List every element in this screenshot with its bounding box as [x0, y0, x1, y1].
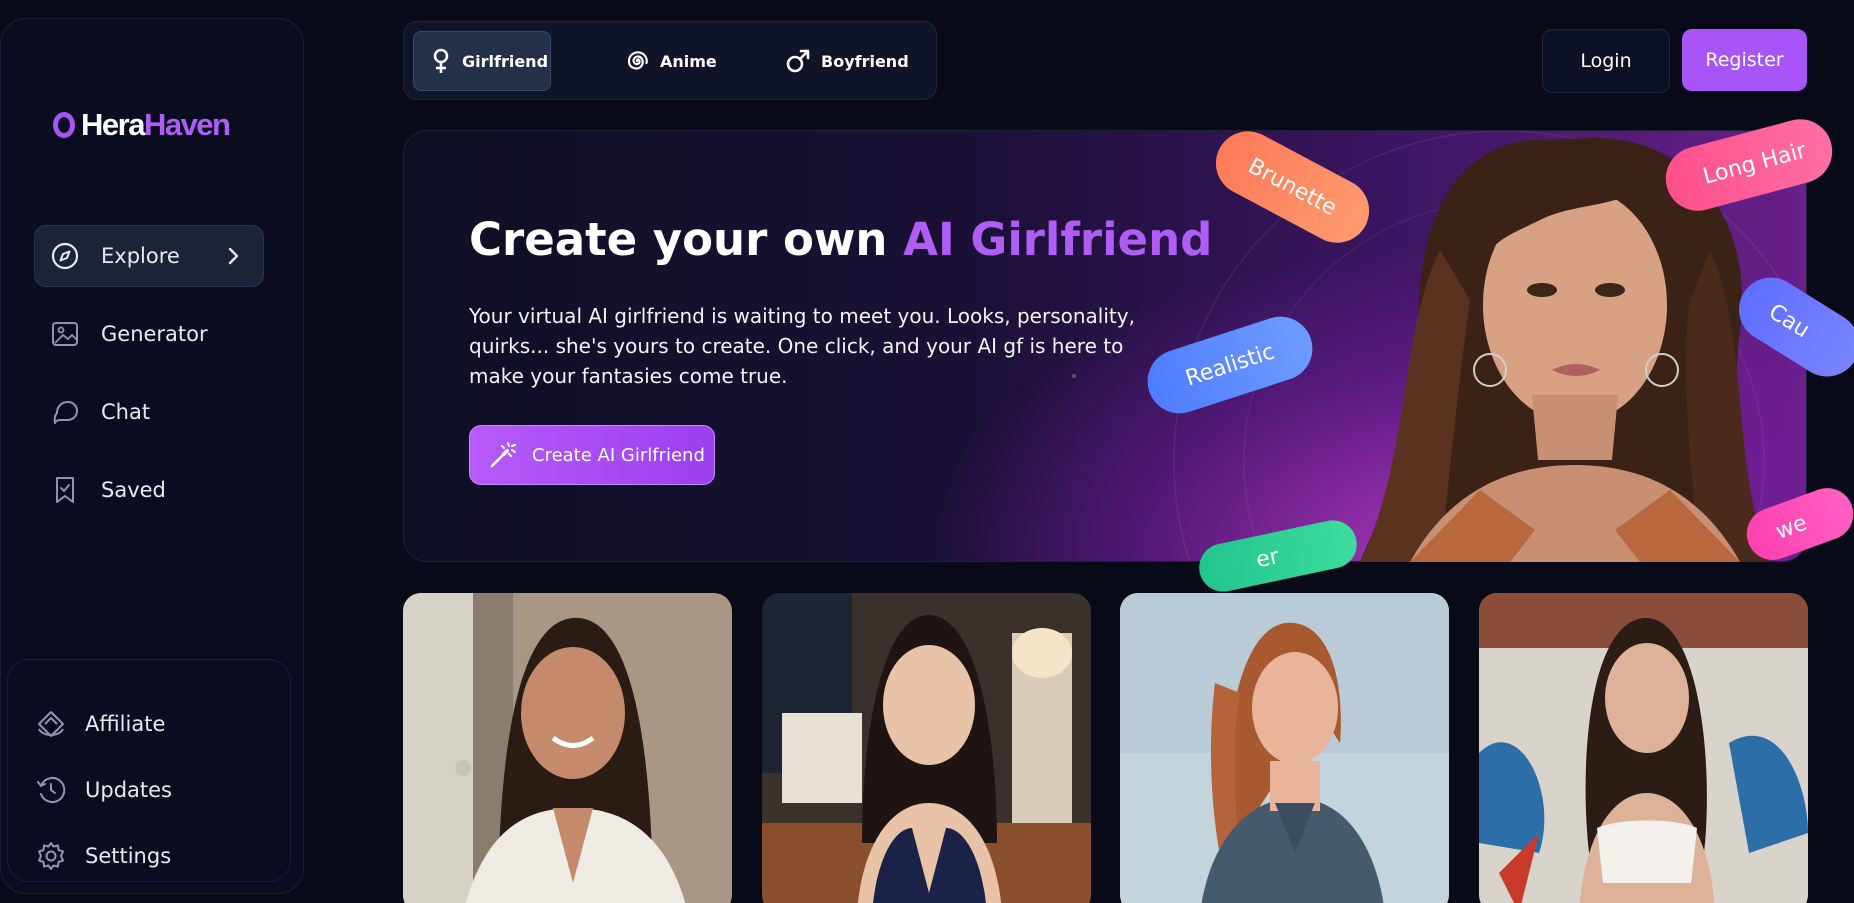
character-card-image	[1120, 593, 1449, 903]
create-ai-girlfriend-button[interactable]: Create AI Girlfriend	[469, 425, 715, 485]
logo-mark-icon	[53, 112, 75, 138]
brand-name-part2: Haven	[143, 107, 231, 142]
history-icon	[35, 774, 67, 806]
login-button[interactable]: Login	[1542, 29, 1670, 93]
tab-label: Girlfriend	[462, 51, 549, 71]
character-card[interactable]	[403, 593, 732, 903]
character-card[interactable]	[762, 593, 1091, 903]
sidebar-item-affiliate[interactable]: Affiliate	[35, 704, 165, 744]
bookmark-check-icon	[50, 475, 80, 505]
magic-wand-icon	[488, 440, 518, 470]
tab-girlfriend[interactable]: Girlfriend	[413, 31, 551, 91]
character-card-image	[403, 593, 732, 903]
character-card-image	[762, 593, 1091, 903]
app-root: Hera Haven Explore Generator Chat Saved …	[0, 0, 1854, 903]
sidebar-item-generator[interactable]: Generator	[34, 303, 264, 365]
sidebar-item-label: Chat	[101, 400, 151, 424]
sidebar-item-label: Settings	[85, 844, 172, 868]
sidebar-nav: Explore Generator Chat Saved	[34, 225, 264, 537]
affiliate-icon	[35, 708, 67, 740]
image-generator-icon	[50, 319, 80, 349]
chat-bubble-icon	[50, 397, 80, 427]
tab-label: Boyfriend	[821, 51, 909, 71]
tab-anime[interactable]: Anime	[608, 31, 733, 91]
gear-icon	[35, 840, 67, 872]
hero-title-accent: AI Girlfriend	[903, 213, 1213, 266]
hero-description: Your virtual AI girlfriend is waiting to…	[469, 304, 1135, 388]
category-tabs: Girlfriend Anime Boyfriend	[403, 21, 937, 100]
sidebar-item-label: Updates	[85, 778, 172, 802]
sidebar-item-settings[interactable]: Settings	[35, 836, 171, 876]
sidebar-item-updates[interactable]: Updates	[35, 770, 172, 810]
sidebar-item-label: Saved	[101, 478, 166, 502]
sidebar-item-label: Explore	[101, 244, 180, 268]
chevron-right-icon	[221, 244, 245, 273]
tab-label: Anime	[660, 51, 717, 71]
compass-icon	[50, 241, 80, 271]
sidebar-item-label: Generator	[101, 322, 208, 346]
character-card[interactable]	[1120, 593, 1449, 903]
hero-title: Create your own AI Girlfriend	[469, 213, 1212, 266]
sidebar-item-saved[interactable]: Saved	[34, 459, 264, 521]
hero-cta-label: Create AI Girlfriend	[532, 444, 705, 466]
hero-title-prefix: Create your own	[469, 213, 904, 266]
spiral-icon	[624, 48, 650, 74]
sidebar-secondary-menu: Affiliate Updates Settings	[7, 659, 291, 882]
male-symbol-icon	[785, 48, 811, 74]
brand-name-part1: Hera	[81, 107, 145, 142]
sidebar-item-chat[interactable]: Chat	[34, 381, 264, 443]
brand-logo[interactable]: Hera Haven	[53, 107, 231, 143]
sidebar-item-label: Affiliate	[85, 712, 166, 736]
register-button[interactable]: Register	[1682, 29, 1807, 91]
sidebar-item-explore[interactable]: Explore	[34, 225, 264, 287]
character-card-image	[1479, 593, 1808, 903]
female-symbol-icon	[430, 48, 452, 74]
tab-boyfriend[interactable]: Boyfriend	[769, 31, 925, 91]
character-card[interactable]	[1479, 593, 1808, 903]
sidebar: Hera Haven Explore Generator Chat Saved …	[0, 18, 304, 894]
